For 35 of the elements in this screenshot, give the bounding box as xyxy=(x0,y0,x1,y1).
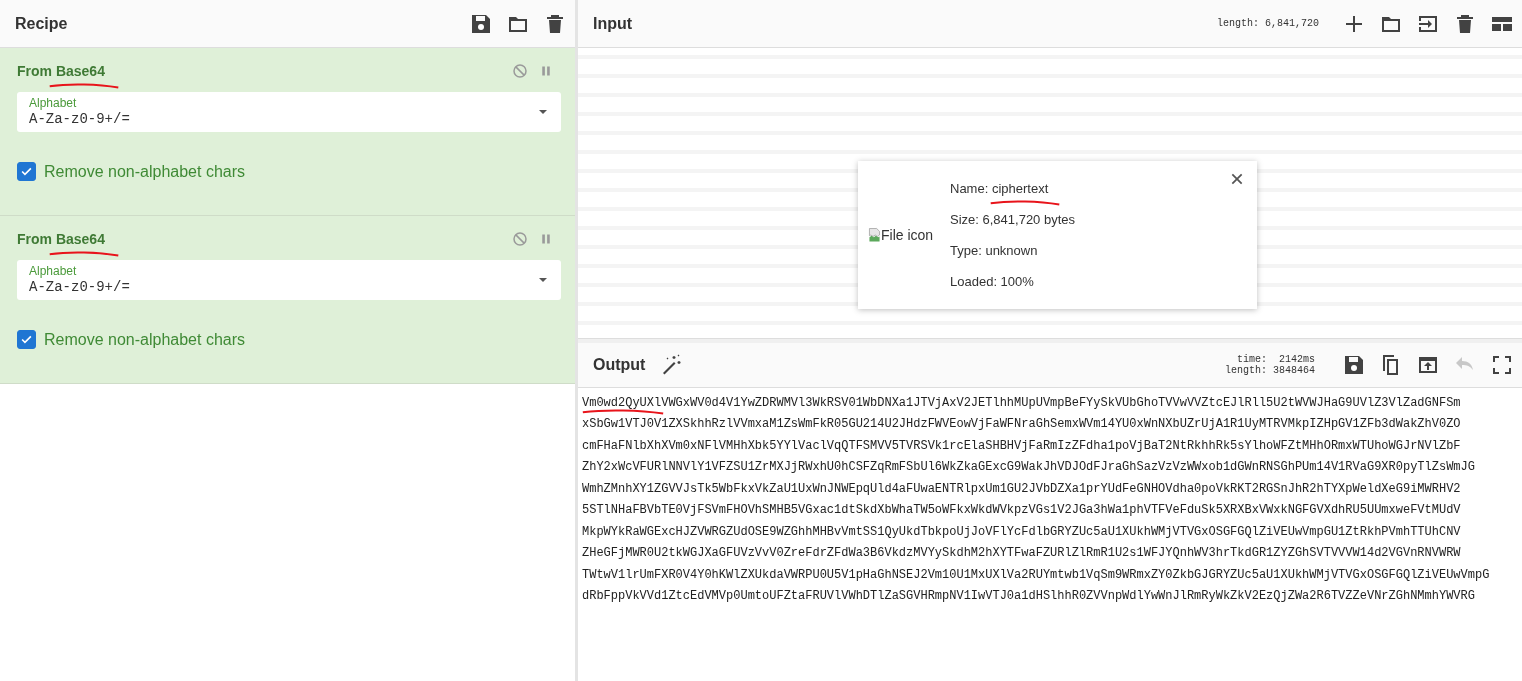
checkbox-label: Remove non-alphabet chars xyxy=(44,162,245,181)
field-label: Alphabet xyxy=(29,264,78,278)
operation-title: From Base64 xyxy=(17,63,105,79)
panel-title: Output xyxy=(593,355,646,374)
checkbox-label: Remove non-alphabet chars xyxy=(44,330,245,349)
length-readout: length: 6,841,720 xyxy=(1216,18,1319,29)
output-line: TWtwV1lrUmFXR0V4Y0hKWlZXUkdaVWRPU0U5V1pHaGhNSEJ2Vm10U1MxUXlVa2RUYmtwb1VqSm9WRmxZY0ZkbGJGRYZUc5aU1XUkhWMjVTVGxOSGFGQlZiVEUwVmpG xyxy=(582,567,1490,582)
file-detail: Size: 6,841,720 bytes xyxy=(950,212,1076,227)
close-icon[interactable] xyxy=(1229,171,1245,187)
output-line: dRbFppVkVVd1ZtcEdVMVp0UmtoUFZtaFRUVlVWhDTlZaSGVHRmpNV1IwVTJ0a1dHSlhhR0ZVVnpWdlYwWnJlRmRyWkZkV2EzQjZWa2R6TVZZeVNrZGhNMmhYWVRG xyxy=(582,589,1475,603)
checkbox[interactable] xyxy=(17,330,36,349)
field-value: A-Za-z0-9+/= xyxy=(29,110,130,128)
panel-title: Recipe xyxy=(15,14,68,33)
operation-title: From Base64 xyxy=(17,231,105,247)
field-value: A-Za-z0-9+/= xyxy=(29,278,130,296)
output-line: xSbGw1VTJ0V1ZXSkhhRzlVVmxaM1ZsWmFkR05GU214U2JHdzFWVEowVjFaWFNraGhSemxWVm14YU0xWnNXbUZrUjA1R1UyMTRVMkpIZHpGV1ZFb3dWakZhV0ZO xyxy=(582,417,1461,431)
output-line: MkpWYkRaWGExcHJZVWRGZUdOSE9WZGhhMHBvVmtSS1QyUkdTbkpoUjJoVFlYcFdlbGRYZUc5aU1XUkhWMjVTVGxOSGFGQlZiVEUwVmpGU1ZtRkhPVmhTTUhCNV xyxy=(582,524,1461,539)
output-line: ZHeGFjMWR0U2tkWGJXaGFUVzVvV0ZreFdrZFdWa3B6VkdzMVYySkdhM2hXYTFwaFZURlZlRmR1U2s1WFJYQnhWV3hrTkdGR1ZYZGhSVTVVVW14d2VGVnRNVWRW xyxy=(582,546,1461,560)
output-line: Vm0wd2QyUXlVWGxWV0d4V1YwZDRWMVl3WkRSV01WbDNXa1JTVjAxV2JETlhhMUpUVmpBeFYySkVUbGhoTVVwVVZtcEJlRll5U2tWVWJHaG9UVlZ3VlZadGNFSm xyxy=(582,395,1461,410)
alphabet-dropdown[interactable]: Alphabet A-Za-z0-9+/= xyxy=(17,92,561,132)
alt-text: File icon xyxy=(881,227,934,243)
time-readout: time: 2142ms xyxy=(1237,353,1315,365)
file-detail: Loaded: 100% xyxy=(950,274,1034,289)
output-line: WmhZMnhXY1ZGVVJsTk5WbFkxVkZaU1UxWnJNWEpqUld4aFUwaENTRlpxUm1GU2JVbDZXa1prYUdFeGNHOVdha0poVkRKT2RGSnJhR2hTYXpWeldXeG9iMWRHV2 xyxy=(582,481,1461,496)
panel-title: Input xyxy=(593,14,633,33)
output-line: ZhY2xWcVFURlNNVlY1VFZSU1ZrMXJjRWxhU0hCSFZqRmFSbUl6WkZkaGExcG9WakJhVDJOdFJraGhSazVzVzWWxob1dGWnRNSGhPUm14V1RVaG9XR0pyTlZsWmJG xyxy=(582,460,1475,474)
file-detail: Type: unknown xyxy=(950,243,1038,258)
length-readout: length: 3848464 xyxy=(1225,364,1315,376)
output-line: 5STlNHaFBVbTE0VjFSVmFHOVhSMHB5VGxac1dtSkdXbWhaTW5oWFkxWkdWVkpzVGs1V2JGa3hWa1phVTFVeFduSk5XRXBxVWxkNGFGVXdhRU5UUmxweFVtMUdV xyxy=(582,503,1461,517)
output-line: cmFHaFNlbXhXVm0xNFlVMHhXbk5YYlVaclVqQTFSMVV5TVRSVk1rcElaSHBHVjFaRmIzZFdha1poVjBaT2NtRkhhRk5sYlhoWFZtMHhORmxWTUhoWGJrNVlZbF xyxy=(582,438,1461,453)
checkbox[interactable] xyxy=(17,162,36,181)
alphabet-dropdown[interactable]: Alphabet A-Za-z0-9+/= xyxy=(17,260,561,300)
file-detail: Name: ciphertext xyxy=(950,181,1049,196)
broken-image-icon xyxy=(868,227,881,243)
field-label: Alphabet xyxy=(29,96,78,110)
